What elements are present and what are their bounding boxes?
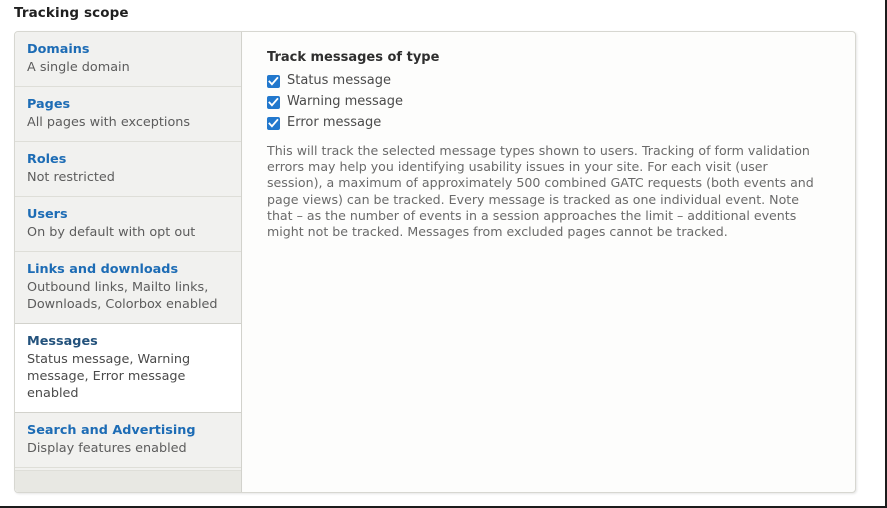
sidebar-item-summary: A single domain <box>27 59 229 76</box>
sidebar-item-messages[interactable]: MessagesStatus message, Warning message,… <box>15 323 242 413</box>
vertical-tabs-menu-filler <box>15 470 242 492</box>
check-icon <box>268 118 279 129</box>
sidebar-item-domains[interactable]: DomainsA single domain <box>15 32 241 87</box>
sidebar-item-label: Messages <box>27 333 230 350</box>
sidebar-item-label: Users <box>27 206 229 223</box>
page-frame: Tracking scope DomainsA single domainPag… <box>0 0 887 508</box>
vertical-tabs-menu: DomainsA single domainPagesAll pages wit… <box>15 32 242 492</box>
page-title: Tracking scope <box>14 5 129 21</box>
pane-description: This will track the selected message typ… <box>267 143 823 240</box>
sidebar-item-search-and-advertising[interactable]: Search and AdvertisingDisplay features e… <box>15 413 241 468</box>
checkbox-label[interactable]: Error message <box>287 115 381 131</box>
checkbox-label[interactable]: Warning message <box>287 94 403 110</box>
sidebar-item-label: Links and downloads <box>27 261 229 278</box>
checkbox-row: Warning message <box>267 94 833 110</box>
sidebar-item-links-and-downloads[interactable]: Links and downloadsOutbound links, Mailt… <box>15 252 241 324</box>
sidebar-item-summary: Display features enabled <box>27 440 229 457</box>
sidebar-item-label: Pages <box>27 96 229 113</box>
messages-settings-pane: Track messages of type Status message War… <box>243 32 855 492</box>
sidebar-item-summary: Outbound links, Mailto links, Downloads,… <box>27 279 229 313</box>
sidebar-item-roles[interactable]: RolesNot restricted <box>15 142 241 197</box>
checkbox-error-message[interactable] <box>267 117 280 130</box>
sidebar-item-summary: Not restricted <box>27 169 229 186</box>
sidebar-item-label: Search and Advertising <box>27 422 229 439</box>
checkbox-status-message[interactable] <box>267 75 280 88</box>
checkbox-row: Error message <box>267 115 833 131</box>
check-icon <box>268 97 279 108</box>
sidebar-item-users[interactable]: UsersOn by default with opt out <box>15 197 241 252</box>
checkbox-row: Status message <box>267 73 833 89</box>
message-type-checkbox-list: Status message Warning message Error messa… <box>267 73 833 131</box>
check-icon <box>268 76 279 87</box>
sidebar-item-summary: All pages with exceptions <box>27 114 229 131</box>
checkbox-warning-message[interactable] <box>267 96 280 109</box>
sidebar-item-pages[interactable]: PagesAll pages with exceptions <box>15 87 241 142</box>
sidebar-item-label: Domains <box>27 41 229 58</box>
sidebar-item-label: Roles <box>27 151 229 168</box>
checkbox-label[interactable]: Status message <box>287 73 391 89</box>
vertical-tabs: DomainsA single domainPagesAll pages wit… <box>14 31 856 493</box>
sidebar-item-summary: On by default with opt out <box>27 224 229 241</box>
pane-heading: Track messages of type <box>267 50 833 66</box>
sidebar-item-summary: Status message, Warning message, Error m… <box>27 351 230 402</box>
